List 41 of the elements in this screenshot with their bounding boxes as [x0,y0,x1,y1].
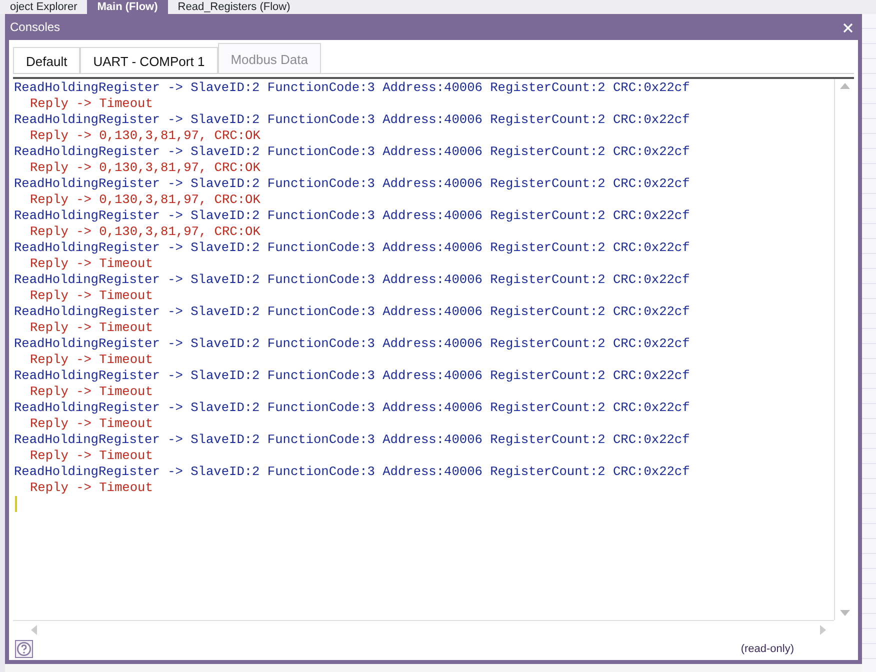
horizontal-scrollbar[interactable] [13,620,834,638]
request-line: ReadHoldingRegister -> SlaveID:2 FunctionCode:3 Address:40006 RegisterCount:2 CRC:0x22cf [14,144,690,160]
request-line: ReadHoldingRegister -> SlaveID:2 FunctionCode:3 Address:40006 RegisterCount:2 CRC:0x22cf [14,272,690,288]
reply-line: Reply -> 0,130,3,81,97, CRC:OK [29,224,260,240]
reply-line: Reply -> Timeout [29,96,153,112]
scroll-down-icon[interactable] [840,610,850,616]
request-line: ReadHoldingRegister -> SlaveID:2 FunctionCode:3 Address:40006 RegisterCount:2 CRC:0x22cf [14,240,690,256]
read-only-label: (read-only) [740,642,794,657]
reply-line: Reply -> 0,130,3,81,97, CRC:OK [29,192,260,208]
reply-line: Reply -> Timeout [29,256,153,272]
window-title: Consoles [10,19,60,36]
reply-line: Reply -> Timeout [29,288,153,304]
request-line: ReadHoldingRegister -> SlaveID:2 FunctionCode:3 Address:40006 RegisterCount:2 CRC:0x22cf [14,304,690,320]
background-tab[interactable]: Read_Registers (Flow) [168,0,300,14]
request-line: ReadHoldingRegister -> SlaveID:2 FunctionCode:3 Address:40006 RegisterCount:2 CRC:0x22cf [14,176,690,192]
background-tab[interactable]: Main (Flow) [87,0,168,14]
help-icon[interactable] [15,640,33,658]
reply-line: Reply -> 0,130,3,81,97, CRC:OK [29,128,260,144]
text-cursor [15,496,17,512]
reply-line: Reply -> Timeout [29,448,153,464]
scroll-left-icon[interactable] [31,624,37,634]
request-line: ReadHoldingRegister -> SlaveID:2 FunctionCode:3 Address:40006 RegisterCount:2 CRC:0x22cf [14,336,690,352]
request-line: ReadHoldingRegister -> SlaveID:2 FunctionCode:3 Address:40006 RegisterCount:2 CRC:0x22cf [14,432,690,448]
request-line: ReadHoldingRegister -> SlaveID:2 FunctionCode:3 Address:40006 RegisterCount:2 CRC:0x22cf [14,464,690,480]
request-line: ReadHoldingRegister -> SlaveID:2 FunctionCode:3 Address:40006 RegisterCount:2 CRC:0x22cf [14,368,690,384]
close-icon [843,22,853,33]
reply-line: Reply -> Timeout [29,352,153,368]
console-tab[interactable]: Default [13,47,80,73]
scroll-right-icon[interactable] [820,624,826,634]
request-line: ReadHoldingRegister -> SlaveID:2 FunctionCode:3 Address:40006 RegisterCount:2 CRC:0x22cf [14,112,690,128]
reply-line: Reply -> Timeout [29,384,153,400]
reply-line: Reply -> Timeout [29,416,153,432]
scroll-up-icon[interactable] [840,83,850,89]
background-tab[interactable]: oject Explorer [0,0,88,14]
request-line: ReadHoldingRegister -> SlaveID:2 FunctionCode:3 Address:40006 RegisterCount:2 CRC:0x22cf [14,400,690,416]
reply-line: Reply -> Timeout [29,480,153,496]
console-tab[interactable]: UART - COMPort 1 [80,47,218,73]
reply-line: Reply -> Timeout [29,320,153,336]
request-line: ReadHoldingRegister -> SlaveID:2 FunctionCode:3 Address:40006 RegisterCount:2 CRC:0x22cf [14,80,690,96]
reply-line: Reply -> 0,130,3,81,97, CRC:OK [29,160,260,176]
request-line: ReadHoldingRegister -> SlaveID:2 FunctionCode:3 Address:40006 RegisterCount:2 CRC:0x22cf [14,208,690,224]
